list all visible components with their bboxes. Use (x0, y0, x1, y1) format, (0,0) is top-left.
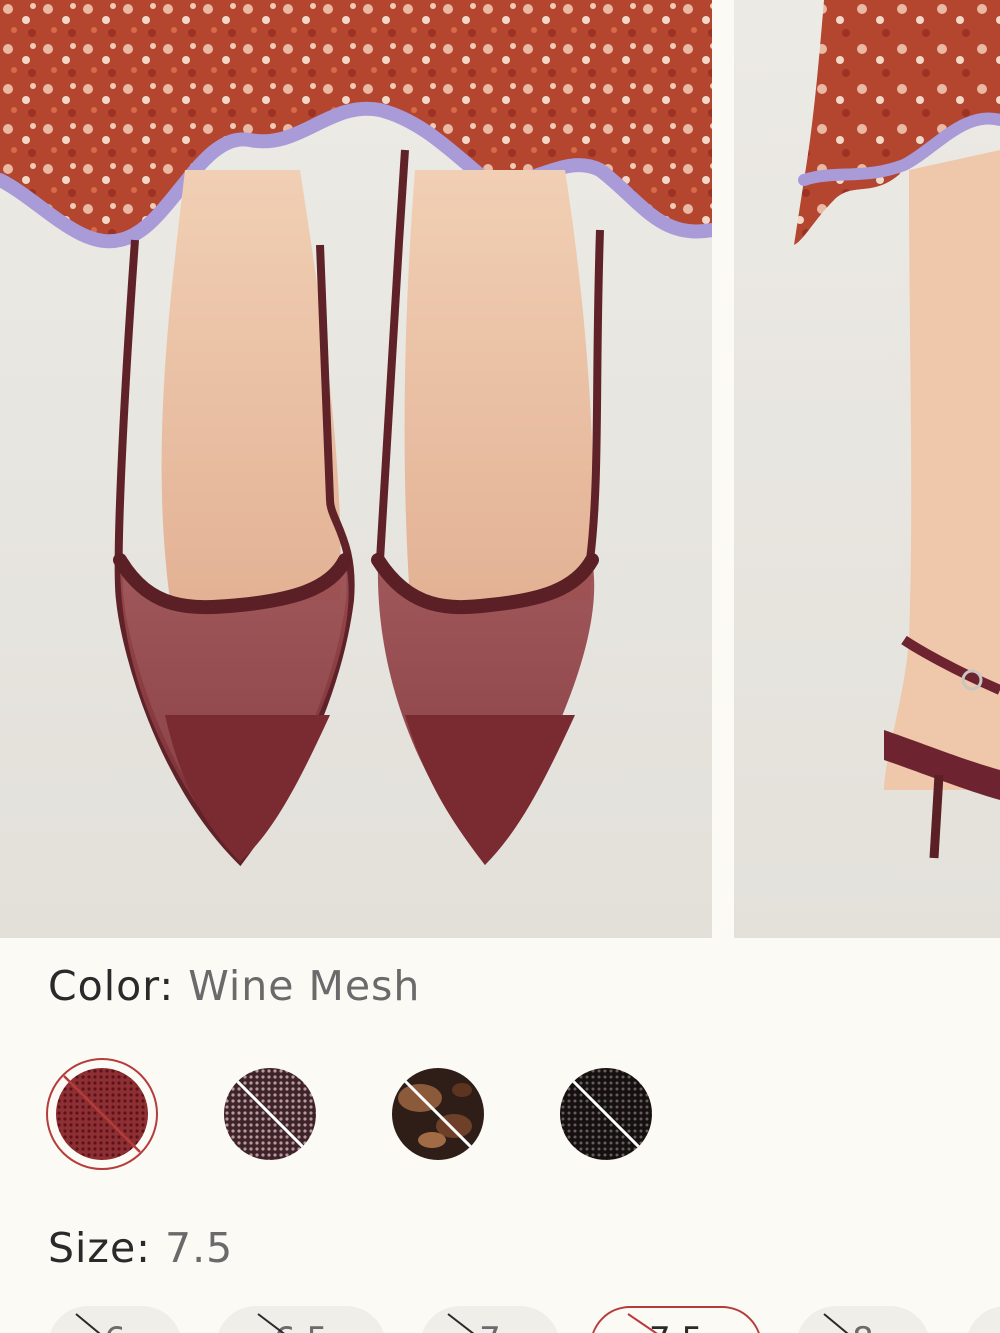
unavailable-slash-icon (257, 1313, 285, 1333)
brown-mesh-texture (224, 1068, 316, 1160)
size-option-next[interactable] (966, 1306, 1000, 1333)
size-option-list: 6 6.5 7 7.5 8 (0, 1300, 1000, 1333)
color-value: Wine Mesh (188, 962, 421, 1010)
color-label: Color: (48, 962, 175, 1010)
color-heading: Color: Wine Mesh (48, 962, 420, 1010)
unavailable-slash-icon (447, 1313, 475, 1333)
color-swatch-black-mesh[interactable] (560, 1068, 652, 1160)
size-option-6[interactable]: 6 (48, 1306, 182, 1333)
size-option-6-5[interactable]: 6.5 (216, 1306, 386, 1333)
color-swatch-list (0, 1058, 1000, 1173)
unavailable-slash-icon (627, 1313, 658, 1333)
product-image-main[interactable] (0, 0, 712, 938)
unavailable-slash-icon (75, 1313, 101, 1333)
color-swatch-tortoise[interactable] (392, 1068, 484, 1160)
product-image-secondary[interactable] (734, 0, 1000, 938)
black-mesh-texture (560, 1068, 652, 1160)
tortoise-texture (392, 1068, 484, 1160)
product-image-gallery[interactable] (0, 0, 1000, 938)
color-swatch-brown-mesh[interactable] (224, 1068, 316, 1160)
size-option-7-5[interactable]: 7.5 (590, 1306, 762, 1333)
size-heading: Size: 7.5 (48, 1224, 233, 1272)
unavailable-slash-icon (63, 1075, 141, 1153)
size-value: 7.5 (165, 1224, 234, 1272)
size-option-8[interactable]: 8 (796, 1306, 930, 1333)
unavailable-slash-icon (823, 1313, 849, 1333)
size-label: Size: (48, 1224, 151, 1272)
color-swatch-wine-mesh[interactable] (46, 1058, 158, 1170)
size-option-7[interactable]: 7 (420, 1306, 560, 1333)
